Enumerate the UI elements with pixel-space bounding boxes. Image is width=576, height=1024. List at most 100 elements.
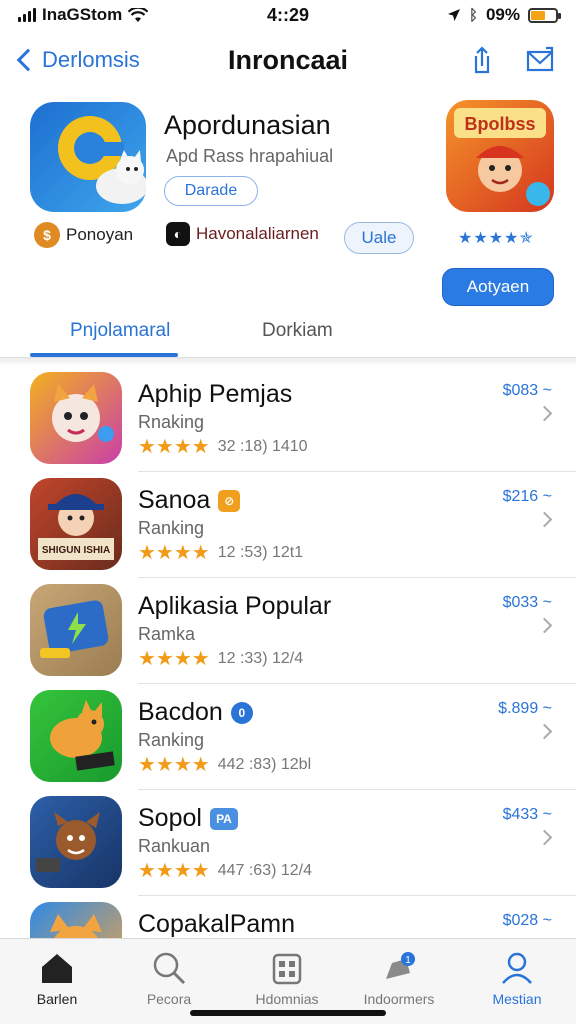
app-title-text: Aphip Pemjas xyxy=(138,380,293,408)
coin-icon: $ xyxy=(34,222,60,248)
chevron-right-icon xyxy=(536,511,553,528)
meta-label-1: Ponoyan xyxy=(66,225,134,244)
status-right: ᛒ 09% xyxy=(358,5,561,25)
app-rating: ★★★★ 12 :53) 12t1 xyxy=(138,540,303,565)
tab-label: Hdomnias xyxy=(255,991,319,1007)
tab-label: Mestian xyxy=(492,991,542,1007)
star-rating-icon: ★★★★ xyxy=(138,754,210,776)
signal-icon xyxy=(18,8,36,22)
featured-title: Apordunasian xyxy=(164,110,331,140)
list-item[interactable]: Sopol PA Rankuan ★★★★ 447 :63) 12/4 $433 ~ xyxy=(0,790,576,896)
app-title-text: CopakalPamn xyxy=(138,910,296,938)
segment-tabs: Pnjolamaral Dorkiam xyxy=(0,306,576,358)
tab-profile[interactable]: Mestian xyxy=(462,949,572,1007)
battery-percent: 09% xyxy=(485,5,520,24)
app-title: Aphip Pemjas xyxy=(138,380,292,409)
app-title: CopakalPamn xyxy=(138,910,295,939)
app-price: $216 ~ xyxy=(502,488,552,505)
app-price: $028 ~ xyxy=(502,912,552,929)
tab-label: Barlen xyxy=(36,991,78,1007)
back-button[interactable]: Derlomsis xyxy=(16,47,140,73)
app-price: $033 ~ xyxy=(502,594,552,611)
chevron-right-icon xyxy=(536,829,553,846)
app-title: Sopol PA xyxy=(138,804,238,833)
status-left: InaGStom xyxy=(18,5,218,25)
grid-icon xyxy=(272,953,302,985)
chevron-right-icon xyxy=(536,617,553,634)
meta-label-2: Havonalaliarnen xyxy=(196,224,319,243)
cat-mascot-icon xyxy=(30,372,122,464)
rating-count: 32 :18) 1410 xyxy=(217,437,308,455)
tab-underline xyxy=(30,353,178,357)
app-subtitle: Ranking xyxy=(138,518,205,538)
app-price: $.899 ~ xyxy=(498,700,552,717)
app-price: $433 ~ xyxy=(502,806,552,823)
app-title-text: Sanoa xyxy=(138,486,211,514)
get-button[interactable]: Aotyaen xyxy=(442,268,554,306)
chevron-right-icon xyxy=(536,405,553,422)
tab-grid[interactable]: Hdomnias xyxy=(232,949,342,1007)
app-price: $083 ~ xyxy=(502,382,552,399)
value-pill-button[interactable]: Uale xyxy=(344,222,414,254)
mail-icon[interactable] xyxy=(524,44,556,76)
tab-popular[interactable]: Pnjolamaral xyxy=(70,320,170,342)
character-hat-icon: SHIGUN ISHIA xyxy=(30,478,122,570)
list-item[interactable]: Aphip Pemjas Rnaking ★★★★ 32 :18) 1410 $0… xyxy=(0,366,576,472)
star-rating-icon: ★★★★ xyxy=(138,648,210,670)
app-rating: ★★★★ 32 :18) 1410 xyxy=(138,434,308,459)
app-rating: ★★★★ 447 :63) 12/4 xyxy=(138,858,312,883)
list-item[interactable]: Bacdon 0 Ranking ★★★★ 442 :83) 12bl $.899 … xyxy=(0,684,576,790)
star-rating-icon: ★★★★ xyxy=(138,436,210,458)
tab-label: Pecora xyxy=(146,991,192,1007)
game-icon-label: Bpolbss xyxy=(464,114,535,134)
app-title: Sanoa ⊘ xyxy=(138,486,241,515)
app-badge: 0 xyxy=(230,701,253,724)
app-badge: PA xyxy=(209,807,238,830)
tab-search[interactable]: Pecora xyxy=(114,949,224,1007)
app-subtitle: Ranking xyxy=(138,730,205,750)
icon-caption: SHIGUN ISHIA xyxy=(42,545,110,556)
search-icon xyxy=(153,952,186,985)
profile-icon xyxy=(502,952,532,984)
svg-text:1: 1 xyxy=(405,955,411,966)
tab-notifications[interactable]: 1 Indoormers xyxy=(344,949,454,1007)
meta-item-1: $ Ponoyan xyxy=(34,222,133,248)
tab-label: Indoormers xyxy=(363,991,435,1007)
battery-icon xyxy=(528,7,561,23)
star-rating-icon: ★★★★ xyxy=(138,542,210,564)
app-subtitle: Rankuan xyxy=(138,836,211,856)
status-bar: InaGStom 4::29 ᛒ 09% xyxy=(0,0,576,30)
featured-meta-row: $ Ponoyan ◐ Havonalaliarnen Uale ★★★★✯ xyxy=(0,222,576,256)
tab-home[interactable]: Barlen xyxy=(2,949,112,1007)
status-time: 4::29 xyxy=(266,4,310,25)
app-subtitle: Ramka xyxy=(138,624,196,644)
home-icon xyxy=(42,954,72,983)
app-title-text: Sopol xyxy=(138,804,202,832)
tab-dorkiam[interactable]: Dorkiam xyxy=(262,320,333,342)
app-badge-icon: ◐ xyxy=(166,222,190,246)
game-app-icon[interactable]: Bpolbss xyxy=(446,100,554,212)
app-rating: ★★★★ 442 :83) 12bl xyxy=(138,752,311,777)
warrior-icon xyxy=(30,796,122,888)
featured-tag-button[interactable]: Darade xyxy=(164,176,258,206)
app-badge: ⊘ xyxy=(218,489,241,512)
wifi-icon xyxy=(128,7,149,22)
chevron-right-icon xyxy=(536,723,553,740)
rating-count: 12 :33) 12/4 xyxy=(217,649,304,667)
featured-stars: ★★★★✯ xyxy=(458,230,534,247)
battery-fill xyxy=(531,10,546,20)
rating-count: 442 :83) 12bl xyxy=(217,755,312,773)
share-icon[interactable] xyxy=(466,44,498,76)
list-item[interactable]: SHIGUN ISHIA Sanoa ⊘ Ranking ★★★★ 12 :53) … xyxy=(0,472,576,578)
star-rating-icon: ★★★★ xyxy=(138,860,210,882)
battery-bolt-icon xyxy=(30,584,122,676)
app-rating: ★★★★ 12 :33) 12/4 xyxy=(138,646,303,671)
app-title: Aplikasia Popular xyxy=(138,592,331,621)
section-divider xyxy=(0,358,576,366)
list-item[interactable]: Aplikasia Popular Ramka ★★★★ 12 :33) 12/4… xyxy=(0,578,576,684)
home-indicator xyxy=(190,1010,386,1016)
app-title-text: Bacdon xyxy=(138,698,223,726)
notification-icon: 1 xyxy=(386,952,415,979)
featured-app-icon[interactable] xyxy=(30,102,146,212)
carrier-label: InaGStom xyxy=(42,5,123,24)
